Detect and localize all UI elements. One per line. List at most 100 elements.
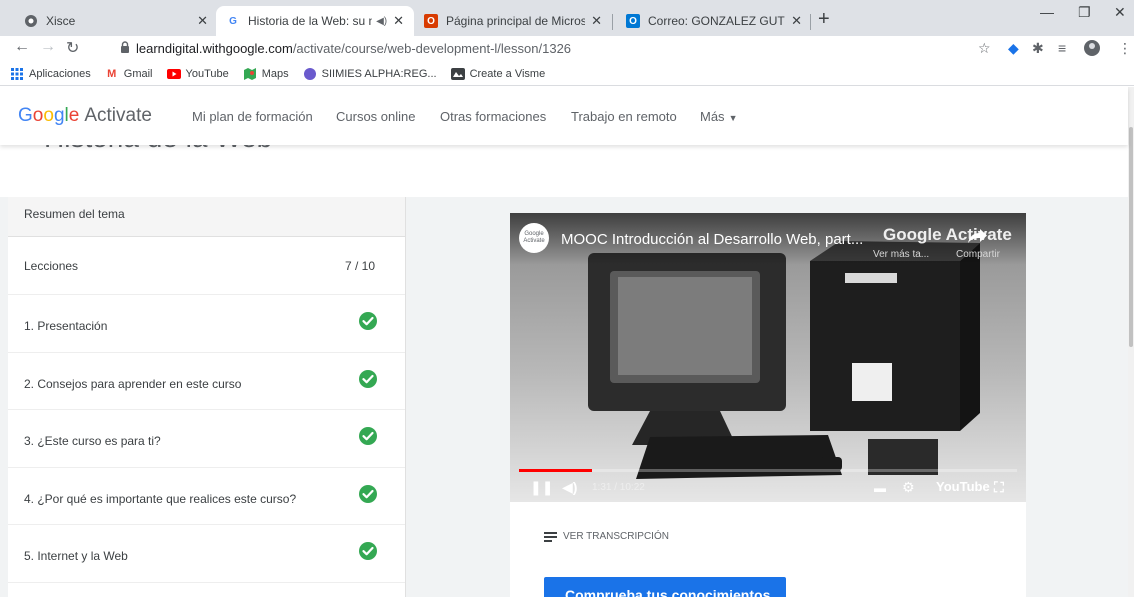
lesson-item[interactable]: 3. ¿Este curso es para ti?: [8, 410, 405, 468]
page-scrollbar[interactable]: [1128, 87, 1134, 597]
bookmark-label: Aplicaciones: [29, 67, 91, 80]
bookmark-gmail[interactable]: M Gmail: [105, 67, 152, 81]
url-path: /activate/course/web-development-l/lesso…: [292, 41, 572, 56]
transcript-label: VER TRANSCRIPCIÓN: [563, 531, 669, 542]
minimize-icon[interactable]: —: [1040, 4, 1054, 20]
channel-avatar[interactable]: Google Activate: [519, 223, 549, 253]
video-watermark: Google Activate: [883, 225, 1012, 244]
watch-later-link[interactable]: Ver más ta...: [873, 249, 929, 260]
url-host: learndigital.withgoogle.com: [136, 41, 293, 56]
nav-trabajo-remoto[interactable]: Trabajo en remoto: [571, 109, 677, 124]
forward-arrow-icon[interactable]: →: [40, 38, 56, 56]
video-progress-fill: [519, 469, 592, 472]
pause-icon[interactable]: ❚❚: [530, 479, 553, 496]
nav-mas-label: Más: [700, 109, 725, 124]
tab-title: Xisce: [46, 14, 76, 28]
transcript-lines-icon: [544, 531, 557, 542]
lesson-item[interactable]: 5. Internet y la Web: [8, 525, 405, 583]
gmail-icon: M: [107, 67, 117, 80]
bookmark-siimies[interactable]: SIIMIES ALPHA:REG...: [303, 67, 437, 81]
window-close-icon[interactable]: ✕: [1114, 4, 1126, 21]
lesson-item[interactable]: 4. ¿Por qué es importante que realices e…: [8, 468, 405, 525]
lessons-header: Lecciones 7 / 10: [8, 237, 405, 295]
address-bar[interactable]: learndigital.withgoogle.com/activate/cou…: [136, 41, 571, 56]
lesson-content-card: Google Activate MOOC Introducción al Des…: [510, 213, 1026, 597]
tab-separator: [612, 14, 613, 30]
outlook-icon: O: [626, 14, 640, 28]
bookmark-label: Create a Visme: [469, 67, 546, 80]
video-progress-bar[interactable]: [519, 469, 1017, 472]
extension-cap-icon[interactable]: ◆: [1008, 40, 1019, 57]
bookmark-label: Maps: [261, 67, 289, 80]
topic-summary[interactable]: Resumen del tema: [8, 197, 405, 237]
lesson-item[interactable]: 2. Consejos para aprender en este curso: [8, 353, 405, 410]
lesson-title: 2. Consejos para aprender en este curso: [24, 376, 242, 391]
caret-down-icon: ▼: [728, 113, 738, 123]
google-activate-logo[interactable]: Google Activate: [18, 105, 152, 127]
check-knowledge-button[interactable]: Comprueba tus conocimientos: [544, 577, 786, 597]
nav-mas[interactable]: Más ▼: [700, 109, 737, 124]
tab-historia-web[interactable]: G Historia de la Web: su nacim ◀) ✕: [216, 6, 414, 36]
volume-icon[interactable]: ◀): [562, 479, 577, 496]
bookmarks-bar: Aplicaciones M Gmail YouTube Maps SIIMIE…: [0, 62, 1134, 86]
tab-separator: [810, 14, 811, 30]
lesson-item[interactable]: 1. Presentación: [8, 295, 405, 353]
close-icon[interactable]: ✕: [197, 13, 208, 29]
lesson-title: 5. Internet y la Web: [24, 549, 128, 563]
video-controls: ❚❚ ◀) 1:31 / 10:22 ▬ ⚙ YouTube ⛶: [510, 473, 1026, 502]
subtitles-icon[interactable]: ▬: [874, 481, 886, 495]
tab-outlook-mail[interactable]: O Correo: GONZALEZ GUTIERREZ A ✕: [616, 6, 812, 36]
lesson-title: 4. ¿Por qué es importante que realices e…: [24, 491, 297, 506]
lessons-label: Lecciones: [24, 259, 79, 273]
circle-icon: [303, 67, 317, 81]
close-icon[interactable]: ✕: [393, 13, 404, 29]
check-circle-icon: [359, 542, 377, 560]
browser-toolbar: ← → ↻ learndigital.withgoogle.com/activa…: [0, 36, 1134, 62]
bookmark-visme[interactable]: Create a Visme: [450, 67, 546, 81]
logo-letter: G: [18, 105, 33, 126]
restore-icon[interactable]: ❐: [1078, 4, 1091, 21]
profile-avatar-icon[interactable]: [1084, 40, 1100, 59]
nav-otras-formaciones[interactable]: Otras formaciones: [440, 109, 546, 124]
bookmark-youtube[interactable]: YouTube: [166, 67, 229, 81]
new-tab-plus-icon[interactable]: +: [818, 9, 830, 29]
bookmark-label: YouTube: [185, 67, 229, 80]
logo-letter: o: [43, 105, 54, 126]
reload-icon[interactable]: ↻: [66, 38, 79, 58]
scrollbar-thumb[interactable]: [1129, 127, 1133, 347]
tab-title: Historia de la Web: su nacim: [248, 14, 373, 28]
view-transcript-link[interactable]: VER TRANSCRIPCIÓN: [544, 531, 669, 542]
back-arrow-icon[interactable]: ←: [14, 38, 30, 56]
share-link[interactable]: Compartir: [956, 249, 1000, 260]
check-circle-icon: [359, 427, 377, 445]
check-circle-icon: [359, 312, 377, 330]
bookmark-maps[interactable]: Maps: [243, 67, 289, 81]
youtube-logo[interactable]: YouTube: [936, 479, 990, 494]
lesson-sidebar: Resumen del tema Lecciones 7 / 10 1. Pre…: [8, 197, 406, 597]
google-g-icon: G: [229, 15, 237, 27]
close-icon[interactable]: ✕: [591, 13, 602, 29]
extensions-puzzle-icon[interactable]: ✱: [1032, 40, 1044, 57]
audio-playing-icon[interactable]: ◀): [376, 16, 387, 27]
maps-icon: [243, 67, 257, 81]
tab-title: Página principal de Microsoft Of: [446, 14, 586, 28]
video-player[interactable]: Google Activate MOOC Introducción al Des…: [510, 213, 1026, 502]
lock-icon[interactable]: [120, 41, 130, 53]
tab-strip: Xisce ✕ G Historia de la Web: su nacim ◀…: [0, 0, 1134, 36]
settings-gear-icon[interactable]: ⚙: [902, 479, 915, 496]
lessons-count: 7 / 10: [344, 259, 375, 273]
close-icon[interactable]: ✕: [791, 13, 802, 29]
nav-mi-plan[interactable]: Mi plan de formación: [192, 109, 313, 124]
fullscreen-icon[interactable]: ⛶: [994, 479, 1004, 496]
media-queue-icon[interactable]: ≡: [1058, 40, 1066, 56]
tab-microsoft-office[interactable]: O Página principal de Microsoft Of ✕: [414, 6, 612, 36]
visme-icon: [450, 67, 465, 81]
lesson-title: 1. Presentación: [24, 319, 108, 333]
tab-xisce[interactable]: Xisce ✕: [14, 6, 218, 36]
share-arrow-icon[interactable]: [966, 227, 988, 245]
bookmark-aplicaciones[interactable]: Aplicaciones: [10, 67, 91, 81]
bookmark-star-icon[interactable]: ☆: [978, 40, 991, 57]
video-title[interactable]: MOOC Introducción al Desarrollo Web, par…: [561, 231, 863, 248]
nav-cursos-online[interactable]: Cursos online: [336, 109, 416, 124]
menu-kebab-icon[interactable]: ⋮: [1118, 40, 1132, 57]
